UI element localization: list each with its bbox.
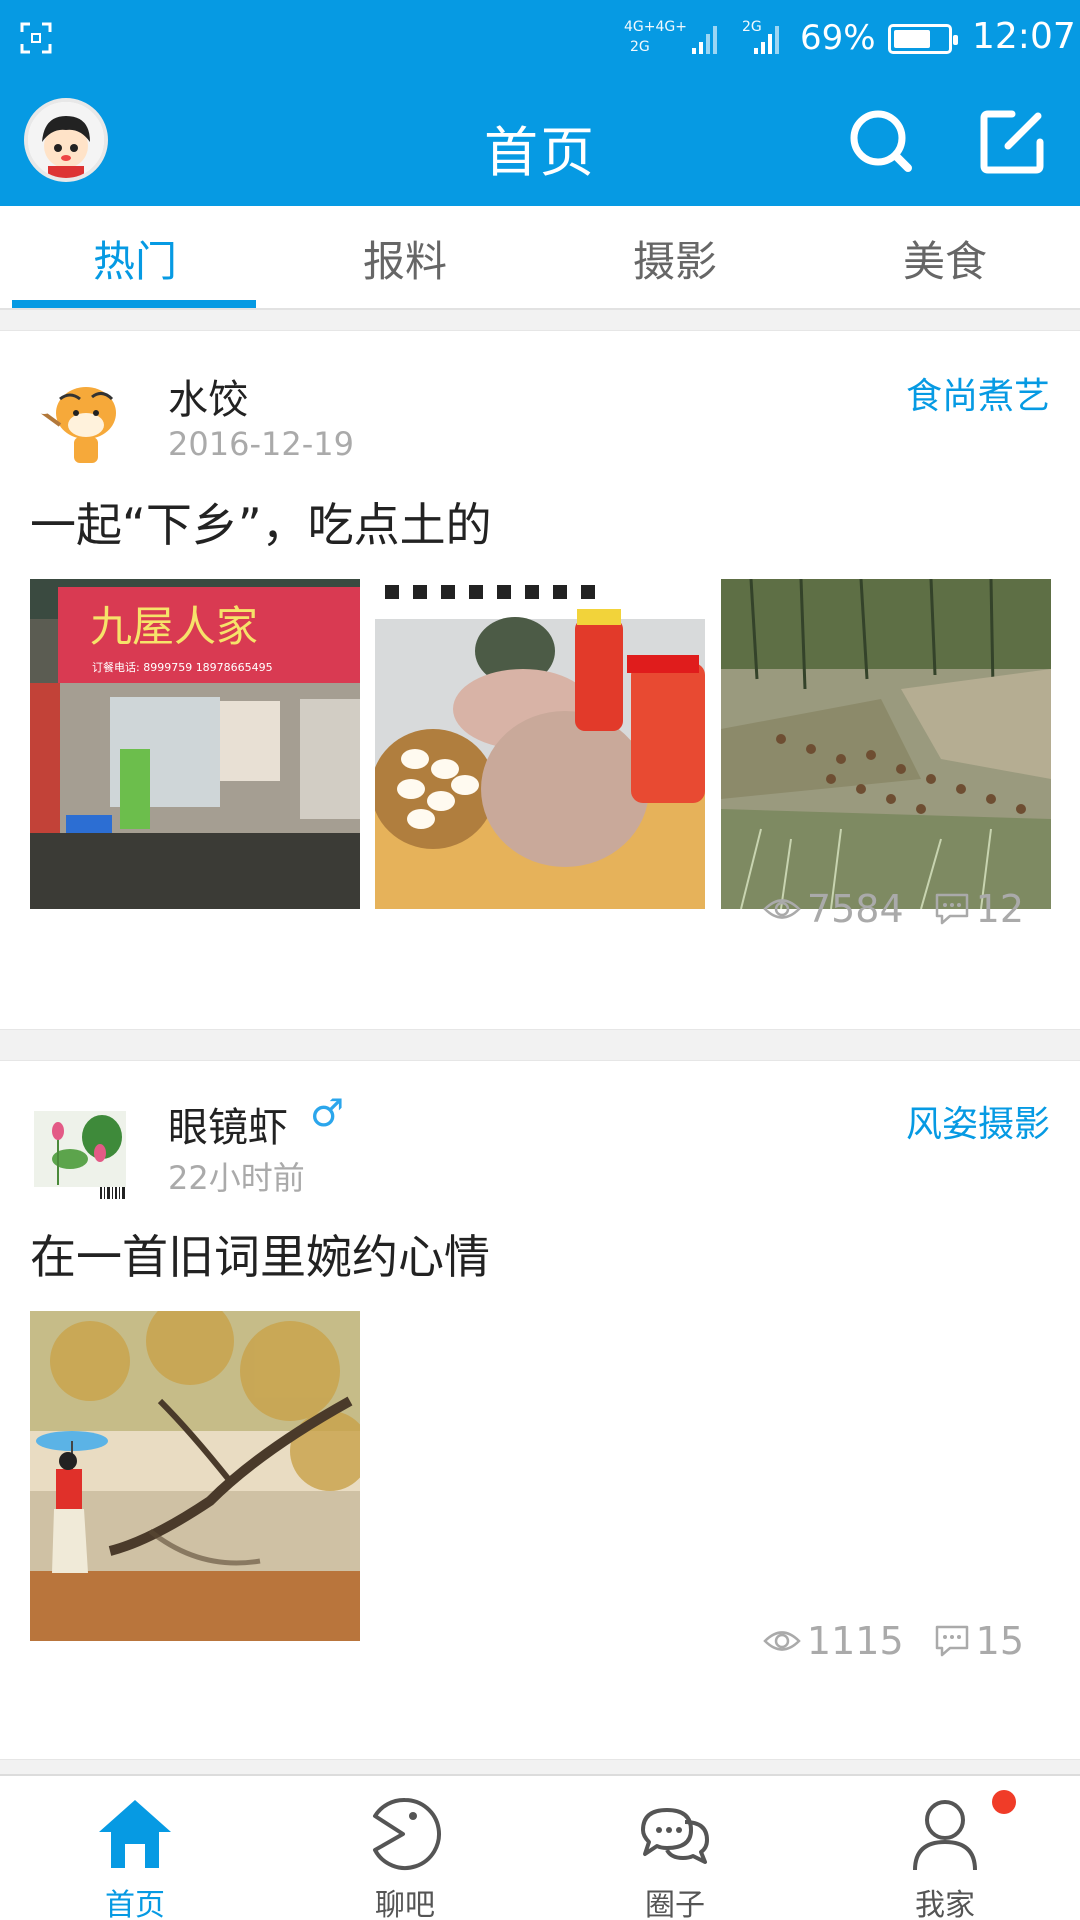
post-author[interactable]: 水饺 [168, 367, 248, 425]
person-icon [913, 1800, 977, 1871]
nav-home[interactable]: 首页 [0, 1776, 270, 1920]
view-count: 1115 [806, 1619, 904, 1663]
post-circle-link[interactable]: 风姿摄影 [906, 1095, 1050, 1147]
comment-icon [935, 893, 968, 925]
home-icon [99, 1800, 171, 1868]
eye-icon [763, 1631, 801, 1651]
eye-icon [763, 899, 801, 919]
post-stats: 7584 12 [763, 887, 1024, 931]
comment-icon [935, 1625, 968, 1657]
lotus-avatar-icon[interactable] [30, 1101, 130, 1201]
battery-fill [894, 30, 930, 48]
network-type-1: 4G+4G+ [624, 19, 687, 35]
tab-hot[interactable]: 热门 [0, 206, 270, 310]
nav-chat[interactable]: 聊吧 [270, 1776, 540, 1920]
nav-home-label: 首页 [105, 1888, 165, 1920]
circle-bubbles-icon [641, 1808, 709, 1864]
battery-icon [888, 24, 958, 54]
post-time: 2016-12-19 [168, 425, 354, 463]
category-tabs: 热门 报料 摄影 美食 [0, 206, 1080, 310]
clock: 12:07 [972, 16, 1076, 57]
view-count: 7584 [806, 887, 904, 931]
bottom-navigation: 首页 聊吧 圈子 我家 [0, 1774, 1080, 1920]
post-image[interactable] [721, 579, 1051, 909]
post-image[interactable]: 九屋人家 订餐电话: 8999759 18978665495 [30, 579, 360, 909]
tab-photography[interactable]: 摄影 [540, 206, 810, 310]
status-bar: 4G+4G+ 2G 2G 69% 12:07 [0, 0, 1080, 80]
nav-mine-label: 我家 [915, 1888, 975, 1920]
post-title[interactable]: 一起“下乡”，吃点土的 [30, 489, 492, 555]
comment-count: 12 [975, 887, 1024, 931]
tab-report[interactable]: 报料 [270, 206, 540, 310]
signal-icon [692, 26, 717, 54]
pumpkins-image [375, 579, 705, 909]
network-type-2: 2G [630, 39, 650, 55]
chat-face-icon [373, 1797, 441, 1870]
nav-chat-label: 聊吧 [375, 1888, 435, 1920]
post-card[interactable]: 眼镜虾 ♂ 22小时前 风姿摄影 在一首旧词里婉约心情 1115 15 [0, 1060, 1080, 1760]
post-time: 22小时前 [168, 1159, 305, 1197]
post-card[interactable]: 水饺 2016-12-19 食尚煮艺 一起“下乡”，吃点土的 九屋人家 订餐电话… [0, 330, 1080, 1030]
post-title[interactable]: 在一首旧词里婉约心情 [30, 1221, 490, 1287]
notification-badge [992, 1790, 1016, 1814]
post-circle-link[interactable]: 食尚煮艺 [906, 367, 1050, 419]
nav-mine[interactable]: 我家 [810, 1776, 1080, 1920]
tab-food[interactable]: 美食 [810, 206, 1080, 310]
nav-circles-label: 圈子 [645, 1888, 705, 1920]
screenshot-icon [20, 22, 52, 54]
restaurant-storefront-image: 九屋人家 订餐电话: 8999759 18978665495 [30, 579, 360, 909]
male-gender-icon: ♂ [310, 1091, 345, 1135]
post-stats: 1115 15 [763, 1619, 1024, 1663]
active-tab-indicator [12, 300, 256, 308]
post-author[interactable]: 眼镜虾 [168, 1095, 288, 1153]
post-image[interactable] [375, 579, 705, 909]
chicken-farm-image [721, 579, 1051, 909]
signal-icon-2 [754, 26, 779, 54]
comment-count: 15 [975, 1619, 1024, 1663]
search-icon[interactable] [842, 102, 922, 182]
battery-percent: 69% [800, 18, 876, 58]
nav-circles[interactable]: 圈子 [540, 1776, 810, 1920]
post-image[interactable] [30, 1311, 360, 1641]
tiger-avatar-icon[interactable] [30, 369, 130, 469]
autumn-lake-umbrella-image [30, 1311, 360, 1641]
app-header: 首页 [0, 80, 1080, 206]
restaurant-sign-text: 九屋人家 [90, 602, 258, 651]
compose-icon[interactable] [972, 102, 1052, 182]
restaurant-sign-phone: 订餐电话: 8999759 18978665495 [92, 660, 273, 674]
